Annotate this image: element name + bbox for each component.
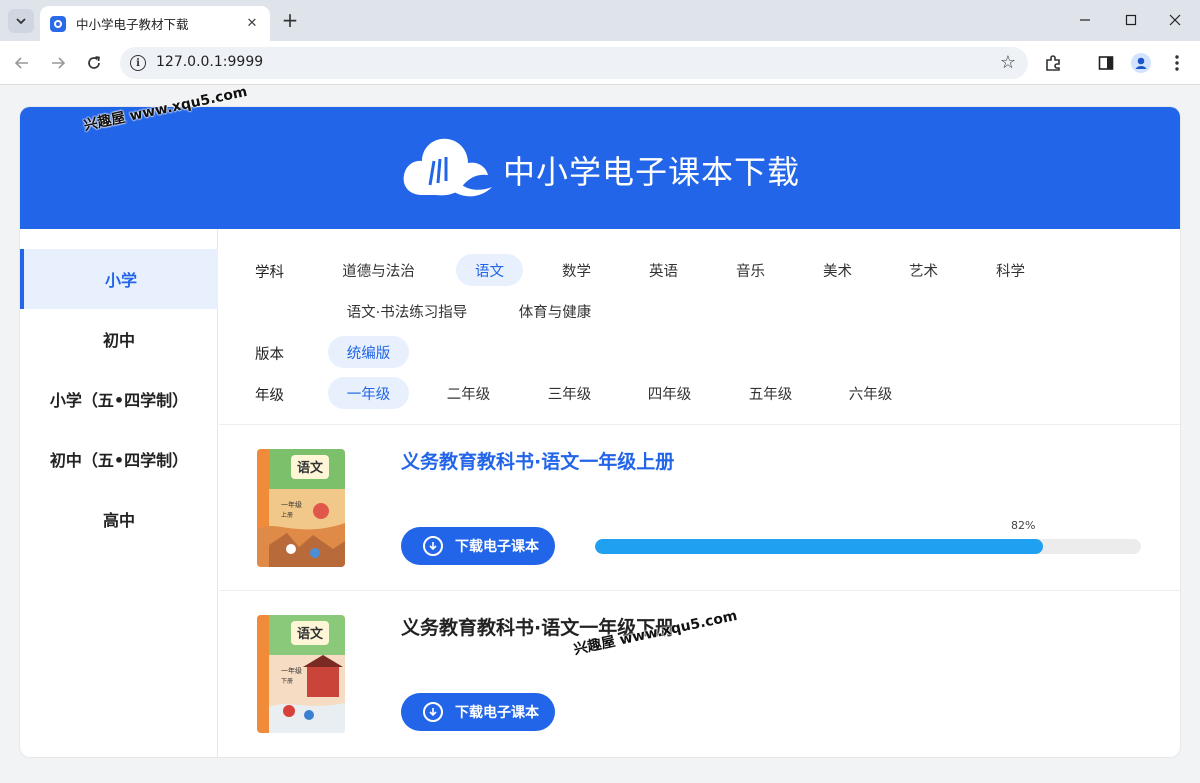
new-tab-button[interactable]: + [279,8,301,32]
browser-tabstrip: 中小学电子教材下载 ✕ + [0,0,1200,41]
filter-panel: 学科 道德与法治 语文 数学 英语 音乐 美术 艺术 科学 语文·书法练习指导 … [219,229,1180,425]
progress-percent: 82% [1011,519,1036,532]
subject-chip-selected[interactable]: 语文 [456,254,523,286]
sidebar-item-primary-54[interactable]: 小学（五•四学制） [20,369,218,429]
edition-label: 版本 [255,347,284,363]
sidebar-item-senior[interactable]: 高中 [20,489,218,549]
page-card: 中小学电子课本下载 小学 初中 小学（五•四学制） 初中（五•四学制） 高中 学… [20,107,1180,757]
grade-chip[interactable]: 五年级 [730,377,811,409]
sidebar-item-primary[interactable]: 小学 [20,249,218,309]
cloud-book-logo-icon [403,138,492,197]
browser-toolbar: i 127.0.0.1:9999 ☆ [0,41,1200,85]
download-ebook-button[interactable]: 下载电子课本 [401,693,555,731]
cover-title: 语文 [297,460,324,476]
page-title: 中小学电子课本下载 [503,153,801,191]
address-bar[interactable]: i 127.0.0.1:9999 ☆ [120,47,1028,79]
browser-tab[interactable]: 中小学电子教材下载 ✕ [40,6,270,41]
profile-avatar-icon[interactable] [1131,53,1151,73]
extensions-icon[interactable] [1043,53,1063,73]
level-sidebar: 小学 初中 小学（五•四学制） 初中（五•四学制） 高中 [20,229,218,757]
subject-chip[interactable]: 艺术 [890,254,957,286]
maximize-window-button[interactable] [1116,6,1146,34]
arrow-left-icon [14,57,28,69]
close-tab-icon[interactable]: ✕ [244,16,260,32]
more-menu-icon[interactable] [1167,53,1187,73]
chevron-down-icon [16,18,26,25]
sidebar-item-junior[interactable]: 初中 [20,309,218,369]
book-list-item: 语文 一年级 上册 义务教育教科书·语文一年级上册 下载电子课本 82% [219,425,1180,591]
cover-term: 下册 [281,678,293,685]
grade-chip[interactable]: 二年级 [428,377,509,409]
tab-search-button[interactable] [8,9,34,33]
subject-chip[interactable]: 科学 [977,254,1044,286]
subject-chip[interactable]: 音乐 [717,254,784,286]
download-progress-bar [595,539,1141,554]
close-window-button[interactable] [1160,6,1190,34]
book-title-link[interactable]: 义务教育教科书·语文一年级上册 [401,447,674,474]
download-icon [423,702,443,722]
reload-button[interactable] [82,51,106,75]
cover-grade: 一年级 [281,666,302,675]
subject-chip[interactable]: 道德与法治 [329,254,428,286]
download-ebook-button[interactable]: 下载电子课本 [401,527,555,565]
subject-chip[interactable]: 美术 [804,254,871,286]
back-button[interactable] [10,51,34,75]
tab-title: 中小学电子教材下载 [76,17,189,32]
header-banner: 中小学电子课本下载 [20,107,1180,229]
subject-label: 学科 [255,265,284,281]
side-panel-icon[interactable] [1096,53,1116,73]
cover-term: 上册 [281,511,293,519]
book-cover-image: 语文 一年级 上册 [257,449,345,567]
subject-chip[interactable]: 英语 [630,254,697,286]
book-cover-image: 语文 一年级 下册 [257,615,345,733]
sidebar-item-junior-54[interactable]: 初中（五•四学制） [20,429,218,489]
site-favicon-icon [50,15,66,32]
cover-grade: 一年级 [281,500,302,509]
grade-chip[interactable]: 四年级 [629,377,710,409]
maximize-icon [1125,14,1137,26]
address-url[interactable]: 127.0.0.1:9999 [156,54,263,70]
arrow-right-icon [52,57,66,69]
close-icon [1169,14,1181,26]
edition-chip-selected[interactable]: 统编版 [328,336,409,368]
minimize-window-button[interactable] [1070,6,1100,34]
subject-chip[interactable]: 体育与健康 [509,295,601,327]
subject-chip[interactable]: 语文·书法练习指导 [337,295,477,327]
grade-label: 年级 [255,388,284,404]
grade-chip[interactable]: 六年级 [830,377,911,409]
grade-chip-selected[interactable]: 一年级 [328,377,409,409]
subject-chip[interactable]: 数学 [543,254,610,286]
site-info-icon[interactable]: i [130,55,146,71]
bookmark-star-icon[interactable]: ☆ [1000,53,1016,73]
download-label: 下载电子课本 [455,705,539,721]
download-progress-fill [595,539,1043,554]
download-label: 下载电子课本 [455,539,539,555]
forward-button[interactable] [46,51,70,75]
download-icon [423,536,443,556]
grade-chip[interactable]: 三年级 [529,377,610,409]
reload-icon [88,56,100,69]
cover-title: 语文 [297,626,324,642]
minimize-icon [1080,19,1090,21]
